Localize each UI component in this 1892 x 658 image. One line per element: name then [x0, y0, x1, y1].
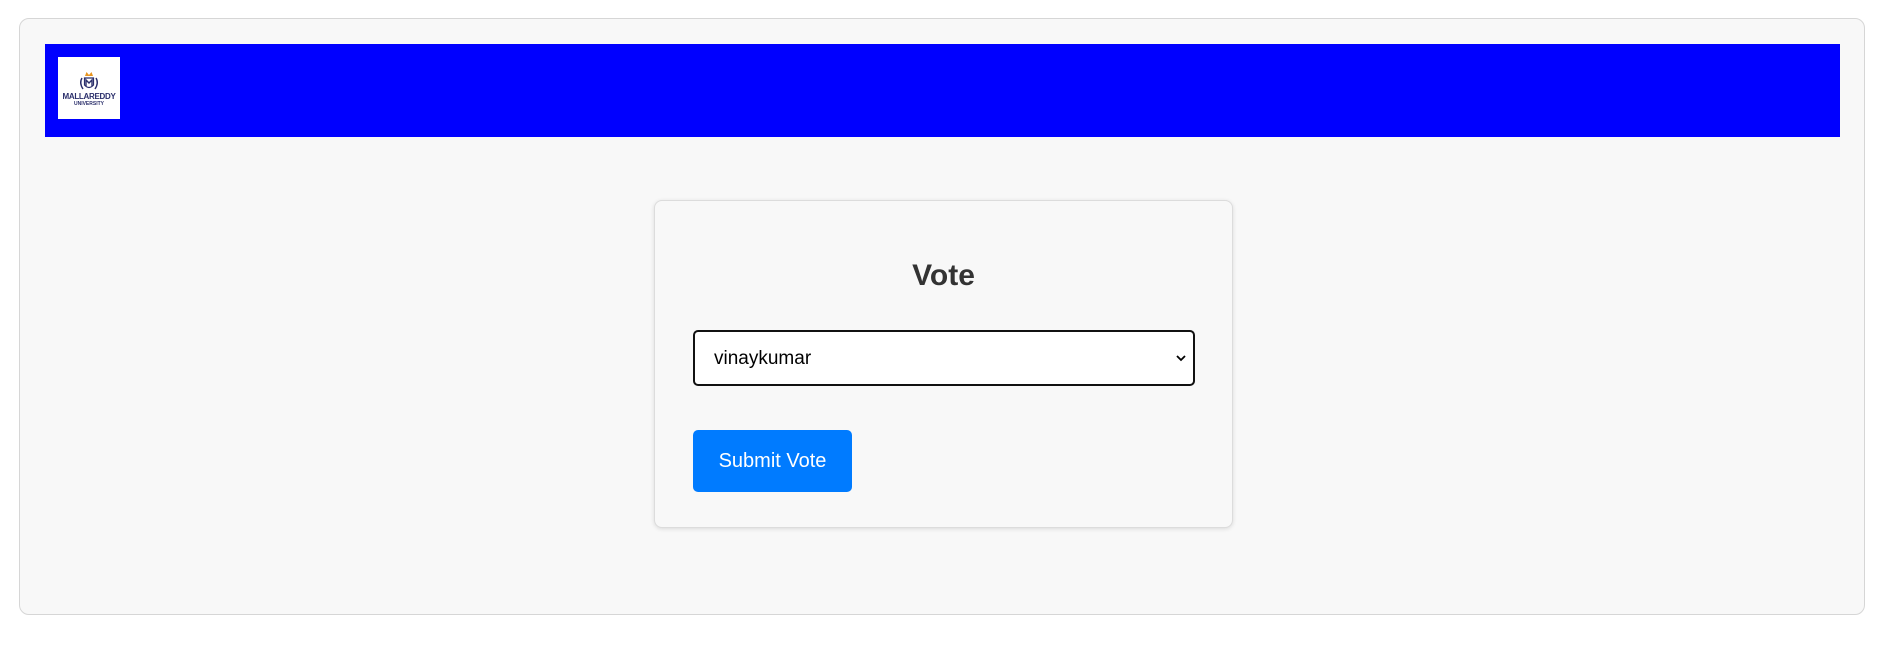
header-bar: MALLAREDDY UNIVERSITY [45, 44, 1840, 137]
vote-card: Vote vinaykumar Submit Vote [654, 200, 1233, 528]
vote-title: Vote [912, 259, 975, 292]
university-crest-icon [80, 71, 98, 89]
submit-vote-button[interactable]: Submit Vote [693, 430, 852, 492]
candidate-select-value: vinaykumar [714, 348, 812, 369]
logo-name: MALLAREDDY [62, 91, 116, 101]
logo-subtitle: UNIVERSITY [73, 100, 104, 107]
page-container: MALLAREDDY UNIVERSITY Vote vinaykumar Su… [19, 18, 1865, 615]
chevron-down-icon [1176, 355, 1186, 362]
candidate-select[interactable]: vinaykumar [693, 330, 1195, 386]
university-logo[interactable]: MALLAREDDY UNIVERSITY [58, 57, 120, 119]
